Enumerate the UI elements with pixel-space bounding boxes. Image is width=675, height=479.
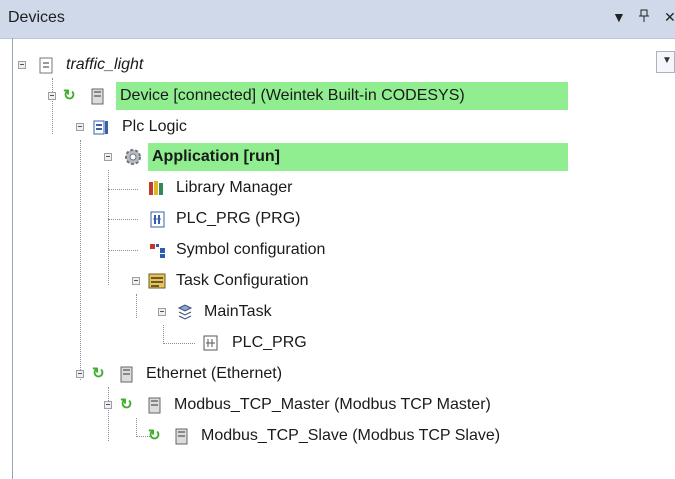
- collapse-icon[interactable]: [76, 123, 84, 131]
- tree-item-label: Ethernet (Ethernet): [146, 365, 283, 382]
- close-icon[interactable]: ✕: [664, 9, 675, 26]
- device-icon: [118, 366, 135, 383]
- collapse-icon[interactable]: [76, 370, 84, 378]
- tree-item-label: MainTask: [204, 303, 272, 320]
- tree-item-ethernet[interactable]: ↻ Ethernet (Ethernet): [0, 361, 650, 387]
- plc-logic-icon: [93, 119, 110, 136]
- collapse-icon[interactable]: [104, 153, 112, 161]
- collapse-icon[interactable]: [48, 92, 56, 100]
- tree-item-label: Device [connected] (Weintek Built-in COD…: [120, 87, 465, 104]
- tree-item-label: Task Configuration: [176, 272, 309, 289]
- tree-item-modbus-master[interactable]: ↻ Modbus_TCP_Master (Modbus TCP Master): [0, 392, 650, 418]
- connected-icon: ↻: [63, 87, 76, 104]
- device-icon: [89, 88, 106, 105]
- tree-item-library-manager[interactable]: Library Manager: [0, 175, 650, 201]
- tree-item-project[interactable]: traffic_light: [0, 52, 650, 78]
- device-icon: [146, 397, 163, 414]
- program-call-icon: [203, 335, 220, 352]
- tree-item-label: Modbus_TCP_Master (Modbus TCP Master): [174, 396, 491, 413]
- tree-item-task-plc-prg[interactable]: PLC_PRG: [0, 330, 650, 356]
- connected-icon: ↻: [120, 396, 133, 413]
- collapse-icon[interactable]: [104, 401, 112, 409]
- collapse-icon[interactable]: [18, 61, 26, 69]
- tree-item-plc-prg[interactable]: PLC_PRG (PRG): [0, 206, 650, 232]
- tree-item-plc-logic[interactable]: Plc Logic: [0, 114, 650, 140]
- devices-panel: Devices ▼ ✕ ▼ traffic_light ↻ Device [co…: [0, 0, 675, 479]
- tree-item-application[interactable]: Application [run]: [0, 144, 650, 170]
- chevron-down-icon[interactable]: ▼: [612, 9, 626, 25]
- tree-item-label: Modbus_TCP_Slave (Modbus TCP Slave): [201, 427, 501, 444]
- task-icon: [176, 303, 193, 320]
- connected-icon: ↻: [92, 365, 105, 382]
- tree-item-label: Application [run]: [152, 148, 280, 165]
- tree-item-label: Library Manager: [176, 179, 293, 196]
- tree-item-label: PLC_PRG: [232, 334, 307, 351]
- program-icon: [149, 211, 166, 228]
- tree-item-label: Symbol configuration: [176, 241, 326, 258]
- device-icon: [173, 428, 190, 445]
- library-icon: [148, 179, 165, 196]
- gear-icon: [124, 148, 141, 165]
- tree-item-label: Plc Logic: [122, 118, 187, 135]
- project-icon: [38, 57, 55, 74]
- tree-item-symbol-configuration[interactable]: Symbol configuration: [0, 237, 650, 263]
- tree-item-label: PLC_PRG (PRG): [176, 210, 301, 227]
- tree-item-task-configuration[interactable]: Task Configuration: [0, 268, 650, 294]
- panel-title: Devices: [8, 9, 65, 26]
- tree-item-maintask[interactable]: MainTask: [0, 299, 650, 325]
- symbol-config-icon: [149, 242, 166, 259]
- tree-item-label: traffic_light: [66, 56, 144, 73]
- pin-icon[interactable]: [639, 9, 649, 26]
- collapse-icon[interactable]: [132, 277, 140, 285]
- tree-item-device[interactable]: ↻ Device [connected] (Weintek Built-in C…: [0, 83, 650, 109]
- scroll-dropdown-button[interactable]: ▼: [656, 51, 675, 73]
- connected-icon: ↻: [148, 427, 161, 444]
- tree-item-modbus-slave[interactable]: ↻ Modbus_TCP_Slave (Modbus TCP Slave): [0, 423, 650, 449]
- task-config-icon: [148, 272, 166, 289]
- collapse-icon[interactable]: [158, 308, 166, 316]
- panel-titlebar: Devices ▼ ✕: [0, 0, 675, 39]
